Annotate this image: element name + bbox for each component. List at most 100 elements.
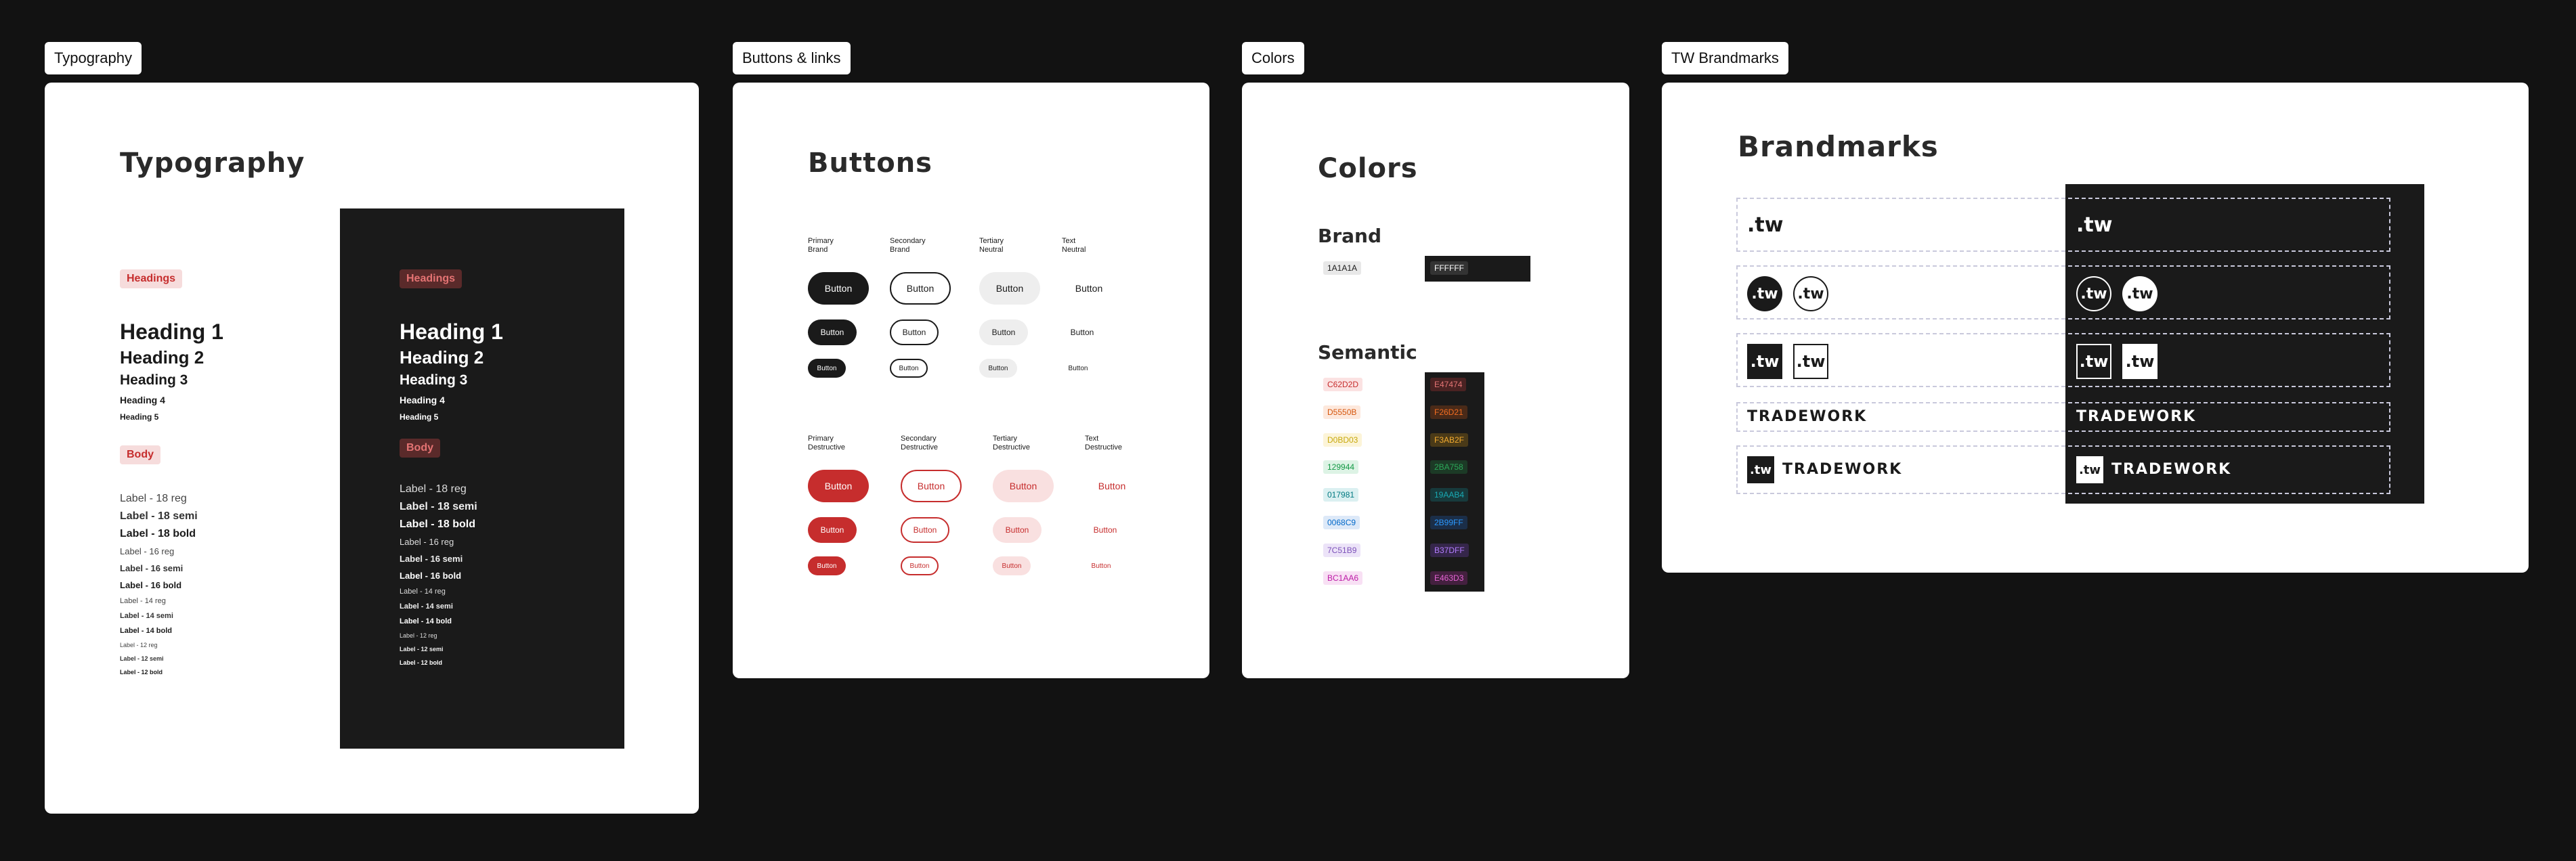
typography-frame[interactable]: Typography Headings Heading 1 Heading 2 … [45, 83, 699, 814]
label-18-semi: Label - 18 semi [120, 510, 198, 522]
label-samples: Label - 18 reg Label - 18 semi Label - 1… [120, 490, 323, 679]
button-destructive-text-md[interactable]: Button [1085, 517, 1125, 543]
tw-logo-circle-outline-dark: .tw [2076, 276, 2111, 311]
label-14-reg: Label - 14 reg [120, 597, 166, 605]
label-14-reg-dark: Label - 14 reg [400, 588, 446, 596]
button-destructive-secondary-sm[interactable]: Button [901, 556, 939, 575]
tw-logo-square-filled-dark: .tw [2122, 344, 2158, 379]
semantic-swatch-light: D5550B [1323, 405, 1361, 419]
button-destructive-primary-sm[interactable]: Button [808, 556, 846, 575]
label-14-bold: Label - 14 bold [120, 627, 173, 635]
semantic-swatch-dark: E463D3 [1430, 571, 1468, 585]
typography-light-column: Headings Heading 1 Heading 2 Heading 3 H… [120, 269, 323, 679]
semantic-swatch-light: 129944 [1323, 460, 1359, 474]
button-destructive-tertiary-sm[interactable]: Button [993, 556, 1031, 575]
button-secondary-lg[interactable]: Button [890, 272, 951, 305]
semantic-swatch-light: C62D2D [1323, 378, 1363, 391]
semantic-swatch-dark: E47474 [1430, 378, 1467, 391]
buttons-frame[interactable]: Buttons Primary Brand Secondary Brand Tert… [733, 83, 1209, 678]
heading-samples-dark: Heading 1 Heading 2 Heading 3 Heading 4 … [400, 318, 603, 425]
button-secondary-md[interactable]: Button [890, 319, 939, 345]
colors-frame[interactable]: Colors Brand 1A1A1A FFFFFF Semantic C62D… [1242, 83, 1629, 678]
button-destructive-secondary-lg[interactable]: Button [901, 470, 962, 502]
typography-dark-column: Headings Heading 1 Heading 2 Heading 3 H… [400, 269, 603, 669]
tradework-wordmark: TRADEWORK [1747, 408, 1868, 425]
brandmark-row-2 [1736, 265, 2390, 319]
brandmark-row-1 [1736, 198, 2390, 252]
frame-tag-brandmarks[interactable]: TW Brandmarks [1662, 42, 1788, 74]
label-16-reg: Label - 16 reg [120, 546, 175, 556]
col-head-primary-brand: Primary Brand [808, 237, 834, 254]
frame-tag-colors[interactable]: Colors [1242, 42, 1304, 74]
heading-3-sample-dark: Heading 3 [400, 372, 468, 388]
label-18-bold-dark: Label - 18 bold [400, 518, 476, 530]
button-secondary-sm[interactable]: Button [890, 359, 928, 378]
button-destructive-secondary-md[interactable]: Button [901, 517, 949, 543]
button-destructive-text-lg[interactable]: Button [1085, 470, 1139, 502]
label-samples-dark: Label - 18 reg Label - 18 semi Label - 1… [400, 481, 603, 669]
col-head-text-destructive: Text Destructive [1085, 435, 1123, 451]
button-primary-sm[interactable]: Button [808, 359, 846, 378]
label-14-bold-dark: Label - 14 bold [400, 617, 452, 625]
semantic-swatch-dark: F3AB2F [1430, 433, 1469, 447]
tw-logo-circle-filled: .tw [1747, 276, 1782, 311]
label-16-semi-dark: Label - 16 semi [400, 554, 463, 564]
col-head-tertiary-destructive: Tertiary Destructive [993, 435, 1031, 451]
label-16-semi: Label - 16 semi [120, 563, 184, 573]
button-primary-md[interactable]: Button [808, 319, 857, 345]
headings-tag-dark: Headings [400, 269, 463, 288]
tradework-wordmark-dark: TRADEWORK [2076, 408, 2197, 425]
brandmarks-frame[interactable]: Brandmarks .tw .tw .tw .tw .tw .tw .tw .… [1662, 83, 2529, 573]
button-text-md[interactable]: Button [1062, 319, 1102, 345]
semantic-swatch-light: 7C51B9 [1323, 544, 1361, 557]
button-text-lg[interactable]: Button [1062, 272, 1116, 305]
button-primary-lg[interactable]: Button [808, 272, 869, 305]
brandmark-row-3 [1736, 333, 2390, 387]
tw-logo-circle-filled-dark: .tw [2122, 276, 2158, 311]
button-destructive-tertiary-md[interactable]: Button [993, 517, 1042, 543]
button-tertiary-lg[interactable]: Button [979, 272, 1040, 305]
heading-2-sample: Heading 2 [120, 347, 205, 368]
tw-logo-square-outline: .tw [1793, 344, 1828, 379]
button-destructive-primary-lg[interactable]: Button [808, 470, 869, 502]
button-tertiary-md[interactable]: Button [979, 319, 1028, 345]
tw-logo-square-outline-dark: .tw [2076, 344, 2111, 379]
brand-swatch-light: 1A1A1A [1323, 261, 1362, 275]
frame-tag-buttons[interactable]: Buttons & links [733, 42, 851, 74]
heading-3-sample: Heading 3 [120, 372, 188, 388]
button-destructive-text-sm[interactable]: Button [1085, 556, 1117, 575]
label-12-semi: Label - 12 semi [120, 655, 164, 662]
label-16-bold-dark: Label - 16 bold [400, 571, 462, 581]
tw-logo-square-filled: .tw [1747, 344, 1782, 379]
heading-samples: Heading 1 Heading 2 Heading 3 Heading 4 … [120, 318, 323, 425]
heading-1-sample: Heading 1 [120, 319, 223, 344]
semantic-swatch-light: D0BD03 [1323, 433, 1362, 447]
semantic-swatch-dark: F26D21 [1430, 405, 1467, 419]
button-destructive-tertiary-lg[interactable]: Button [993, 470, 1054, 502]
tw-logo-circle-outline: .tw [1793, 276, 1828, 311]
heading-1-sample-dark: Heading 1 [400, 319, 503, 344]
col-head-secondary-brand: Secondary Brand [890, 237, 926, 254]
label-18-semi-dark: Label - 18 semi [400, 501, 477, 512]
heading-2-sample-dark: Heading 2 [400, 347, 484, 368]
frame-tag-typography[interactable]: Typography [45, 42, 142, 74]
heading-4-sample: Heading 4 [120, 395, 165, 405]
brand-heading: Brand [1318, 225, 1382, 247]
buttons-title: Buttons [808, 148, 932, 179]
label-12-bold-dark: Label - 12 bold [400, 659, 443, 666]
label-12-semi-dark: Label - 12 semi [400, 646, 444, 653]
typography-title: Typography [120, 148, 305, 179]
col-head-tertiary-neutral: Tertiary Neutral [979, 237, 1004, 254]
label-14-semi-dark: Label - 14 semi [400, 602, 453, 611]
label-18-reg-dark: Label - 18 reg [400, 483, 467, 495]
semantic-swatch-dark: 19AAB4 [1430, 488, 1469, 502]
heading-5-sample: Heading 5 [120, 412, 159, 422]
semantic-swatch-dark: 2BA758 [1430, 460, 1467, 474]
button-tertiary-sm[interactable]: Button [979, 359, 1017, 378]
brandmarks-title: Brandmarks [1738, 130, 1939, 163]
typography-dark-panel: Headings Heading 1 Heading 2 Heading 3 H… [340, 208, 624, 749]
button-destructive-primary-md[interactable]: Button [808, 517, 857, 543]
label-12-reg-dark: Label - 12 reg [400, 632, 437, 639]
button-text-sm[interactable]: Button [1062, 359, 1094, 378]
label-18-reg: Label - 18 reg [120, 493, 187, 504]
